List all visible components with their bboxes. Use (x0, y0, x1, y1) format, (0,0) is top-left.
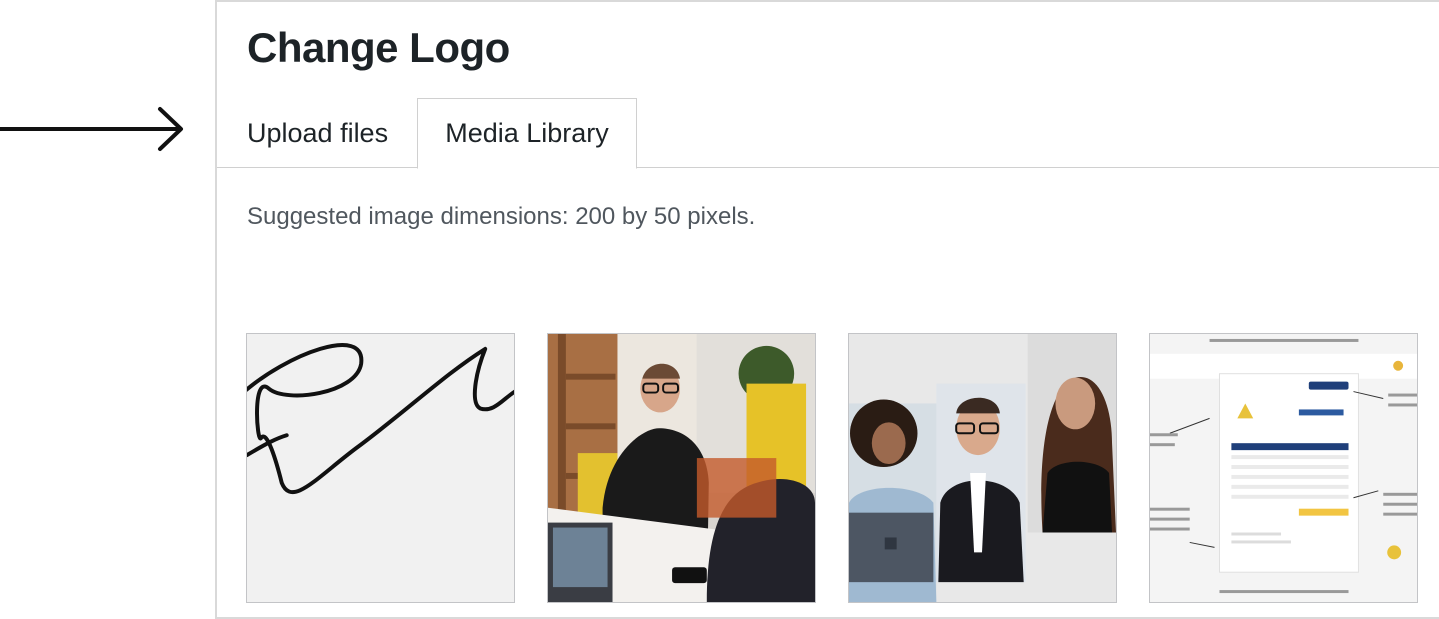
media-thumbnail-people-collage[interactable] (848, 333, 1117, 603)
office-photo-image (548, 334, 815, 602)
change-logo-modal: Change Logo Upload files Media Library S… (215, 0, 1439, 619)
media-thumbnail-invoice[interactable] (1149, 333, 1418, 603)
signature-image (247, 334, 514, 602)
image-dimensions-hint: Suggested image dimensions: 200 by 50 pi… (247, 203, 756, 230)
media-thumbnail-signature[interactable] (246, 333, 515, 603)
people-collage-image (849, 334, 1116, 602)
tab-media-library[interactable]: Media Library (417, 98, 637, 169)
tab-upload-files[interactable]: Upload files (247, 98, 407, 168)
tabs-divider (217, 167, 1439, 168)
screen: Change Logo Upload files Media Library S… (0, 0, 1439, 619)
invoice-screenshot-image (1150, 334, 1417, 602)
media-thumbnail-office-photo[interactable] (547, 333, 816, 603)
arrow-right-icon (0, 107, 183, 151)
modal-title: Change Logo (247, 24, 510, 71)
